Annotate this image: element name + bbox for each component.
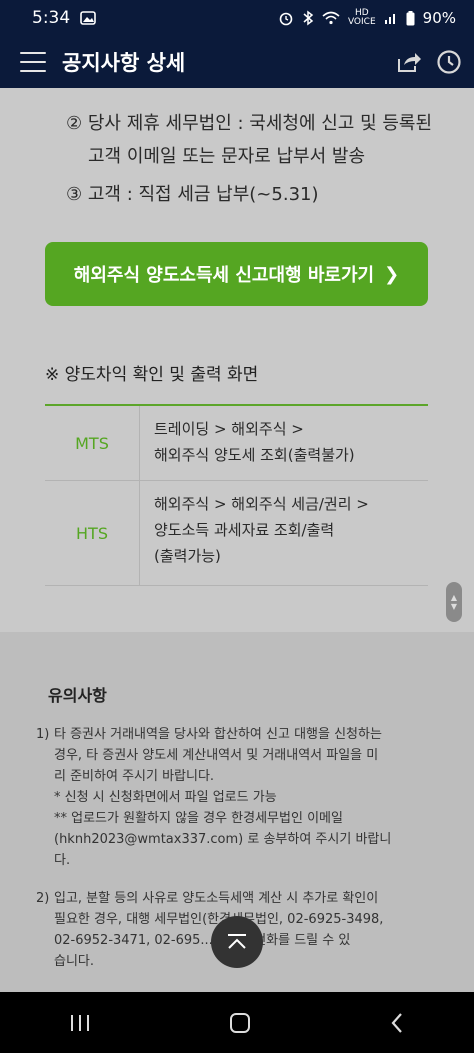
list-item: ③ 고객 : 직접 세금 납부(~5.31) [66,184,319,205]
notice-line: 경우, 타 증권사 양도세 계산내역서 및 거래내역서 파일을 미 [54,748,379,763]
row-value: 해외주식 > 해외주식 세금/권리 > 양도소득 과세자료 조회/출력 (출력가… [140,481,428,585]
notice-line: (hknh2023@wmtax337.com) 로 송부하여 주시기 바랍니 [54,832,392,847]
voice-label: VOICE [347,17,376,27]
notice-item: 1) 타 증권사 거래내역을 당사와 합산하여 신고 대행을 신청하는 경우, … [36,724,436,871]
table-row: MTS 트레이딩 > 해외주식 > 해외주식 양도세 조회(출력불가) [45,406,428,481]
notice-line: ** 업로드가 원활하지 않을 경우 한경세무법인 이메일 [54,811,343,826]
home-icon[interactable] [229,1012,251,1034]
cta-label: 해외주식 양도소득세 신고대행 바로가기 [73,265,375,286]
hd-voice-indicator: HD VOICE [348,9,376,27]
notice-line: 입고, 분할 등의 사유로 양도소득세액 계산 시 추가로 확인이 [54,891,379,906]
app-bar: 공지사항 상세 [0,36,474,88]
row-value-line: 트레이딩 > 해외주식 > [154,420,304,438]
battery-percent: 90% [422,9,456,27]
notice-line: * 신청 시 신청화면에서 파일 업로드 가능 [54,790,277,805]
page-title: 공지사항 상세 [62,51,186,75]
row-value-line: 양도소득 과세자료 조회/출력 [154,521,335,539]
notice-line: 다. [54,853,71,868]
notice-item-number: 2) [36,891,50,906]
row-value: 트레이딩 > 해외주식 > 해외주식 양도세 조회(출력불가) [140,406,428,480]
recent-apps-icon[interactable] [69,1013,91,1033]
row-key: HTS [45,481,140,585]
share-icon[interactable] [396,50,422,74]
battery-icon [406,10,415,25]
bluetooth-icon [303,10,314,26]
clock-icon[interactable] [436,49,462,75]
back-icon[interactable] [389,1012,405,1034]
notice-line: 리 준비하여 주시기 바랍니다. [54,769,215,784]
table-row: HTS 해외주식 > 해외주식 세금/권리 > 양도소득 과세자료 조회/출력 … [45,481,428,586]
status-time: 5:34 [32,8,71,28]
wifi-icon [322,11,340,25]
list-item: ② 당사 제휴 세무법인 : 국세청에 신고 및 등록된 [66,113,433,134]
notice-item-number: 1) [36,727,50,742]
signal-icon [384,14,395,24]
notice-title: 유의사항 [48,686,107,705]
chevron-down-small-icon: ▼ [450,602,458,611]
row-value-line: 해외주식 > 해외주식 세금/권리 > [154,495,369,513]
section-heading: ※ 양도차익 확인 및 출력 화면 [45,365,259,385]
notice-line: 타 증권사 거래내역을 당사와 합산하여 신고 대행을 신청하는 [54,727,382,742]
list-item: 고객 이메일 또는 문자로 납부서 발송 [88,146,366,167]
scrollbar-handle[interactable]: ▲ ▼ [446,582,462,622]
row-value-line: 해외주식 양도세 조회(출력불가) [154,446,355,464]
chevron-up-small-icon: ▲ [450,593,458,602]
row-value-line: (출력가능) [154,547,221,565]
gallery-icon [80,11,96,25]
system-navigation-bar [0,992,474,1053]
alarm-icon [279,12,293,26]
transfer-tax-filing-button[interactable]: 해외주식 양도소득세 신고대행 바로가기 ❯ [45,242,428,306]
chevron-up-icon [228,934,246,949]
status-bar: 5:34 HD VOICE 90% [0,0,474,36]
row-key: MTS [45,406,140,480]
hamburger-icon[interactable] [20,52,46,72]
notice-content[interactable]: ② 당사 제휴 세무법인 : 국세청에 신고 및 등록된 고객 이메일 또는 문… [0,88,474,992]
info-table: MTS 트레이딩 > 해외주식 > 해외주식 양도세 조회(출력불가) HTS … [45,404,428,586]
scroll-to-top-button[interactable] [211,916,263,968]
chevron-right-icon: ❯ [384,263,400,285]
